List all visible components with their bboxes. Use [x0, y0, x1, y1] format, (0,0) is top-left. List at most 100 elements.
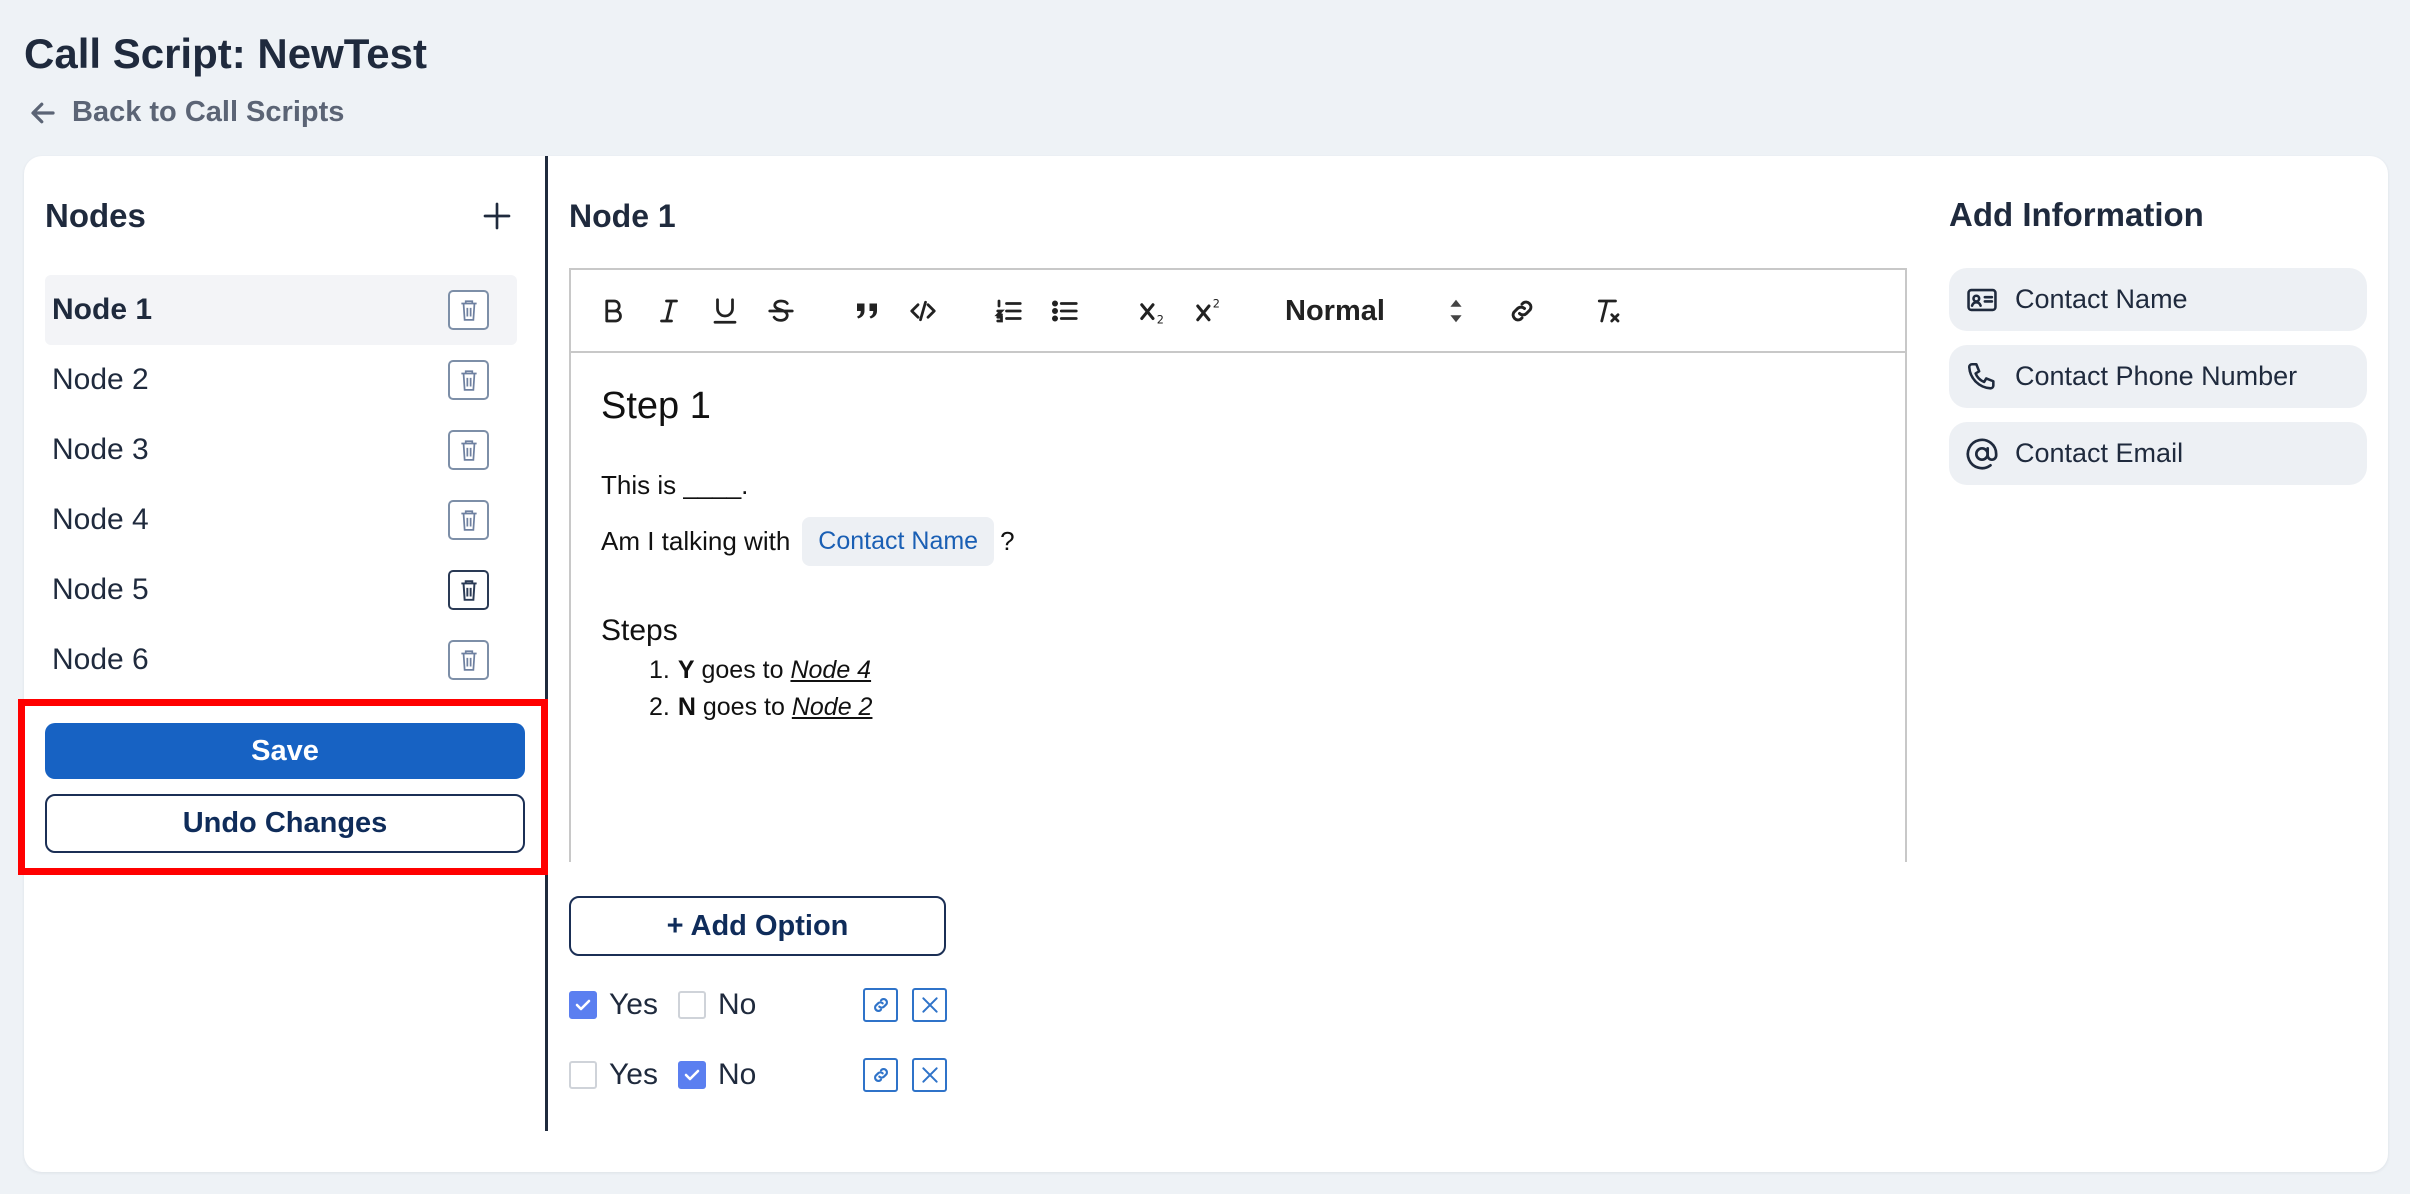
no-label: No	[717, 988, 757, 1021]
link-icon	[873, 1068, 888, 1082]
bullet-list-icon	[1052, 300, 1078, 322]
plus-icon	[483, 202, 511, 230]
updown-arrows-icon	[1450, 299, 1462, 323]
add-contact-name-item[interactable]: Contact Name	[1949, 268, 2367, 331]
underline-icon	[713, 298, 737, 324]
underline-button[interactable]	[709, 292, 741, 330]
clear-format-icon	[1597, 299, 1620, 323]
at-sign-icon	[1966, 438, 1998, 470]
rich-text-editor: 2 2 Normal Step 1 This is ____. Am I tal…	[569, 268, 1907, 862]
delete-node-button[interactable]	[448, 640, 489, 680]
content-text: Am I talking with	[601, 526, 791, 556]
info-item-label: Contact Email	[2015, 438, 2184, 468]
quote-icon	[857, 303, 877, 319]
ordered-list-icon	[994, 299, 1022, 323]
arrow-left-icon	[31, 102, 55, 123]
save-button[interactable]: Save	[45, 723, 525, 779]
add-information-title: Add Information	[1949, 196, 2204, 233]
delete-node-button[interactable]	[448, 500, 489, 540]
delete-node-button[interactable]	[448, 570, 489, 610]
trash-icon	[460, 370, 477, 391]
editor-title: Node 1	[569, 198, 676, 234]
node-label: Node 5	[52, 573, 149, 606]
info-item-label: Contact Phone Number	[2015, 361, 2298, 391]
check-icon	[684, 1069, 700, 1081]
delete-node-button[interactable]	[448, 290, 489, 330]
step-text: goes to	[695, 693, 792, 721]
superscript-icon: 2	[1196, 297, 1220, 322]
list-item: 1. Y goes to Node 4	[649, 656, 1875, 685]
delete-node-button[interactable]	[448, 430, 489, 470]
close-icon	[921, 997, 938, 1013]
bold-icon	[605, 299, 622, 323]
step-key: Y	[677, 656, 695, 684]
step-node-link[interactable]: Node 4	[790, 656, 871, 684]
add-node-button[interactable]	[477, 196, 517, 236]
add-option-button[interactable]: + Add Option	[569, 896, 946, 956]
remove-option-button[interactable]	[912, 988, 947, 1022]
trash-icon	[460, 300, 477, 321]
no-label: No	[717, 1058, 757, 1091]
code-icon	[910, 300, 936, 322]
content-line: Am I talking with Contact Name ?	[601, 517, 1875, 566]
node-item[interactable]: Node 2	[45, 345, 517, 415]
back-link[interactable]: Back to Call Scripts	[28, 96, 344, 129]
format-select-value: Normal	[1285, 294, 1385, 327]
trash-icon	[460, 440, 477, 461]
link-button[interactable]	[1505, 292, 1539, 330]
add-contact-phone-item[interactable]: Contact Phone Number	[1949, 345, 2367, 408]
editor-content[interactable]: Step 1 This is ____. Am I talking with C…	[571, 353, 1905, 758]
step-number: 2.	[649, 693, 670, 721]
code-block-button[interactable]	[907, 292, 939, 330]
phone-icon	[1967, 362, 1995, 390]
bold-button[interactable]	[597, 292, 629, 330]
yes-label: Yes	[609, 988, 658, 1021]
close-icon	[921, 1067, 938, 1083]
svg-text:2: 2	[1213, 297, 1220, 310]
node-label: Node 6	[52, 643, 149, 676]
remove-option-button[interactable]	[912, 1058, 947, 1092]
option-row: Yes No	[569, 1055, 756, 1095]
yes-checkbox[interactable]	[569, 1061, 597, 1089]
trash-icon	[460, 510, 477, 531]
superscript-button[interactable]: 2	[1191, 292, 1227, 330]
contact-name-token[interactable]: Contact Name	[802, 517, 995, 566]
bullet-list-button[interactable]	[1049, 292, 1081, 330]
delete-node-button[interactable]	[448, 360, 489, 400]
check-icon	[575, 999, 591, 1011]
page-title: Call Script: NewTest	[24, 30, 427, 77]
link-option-button[interactable]	[863, 988, 898, 1022]
yes-checkbox[interactable]	[569, 991, 597, 1019]
node-item[interactable]: Node 4	[45, 485, 517, 555]
node-item[interactable]: Node 3	[45, 415, 517, 485]
content-text: ?	[1000, 526, 1015, 556]
node-label: Node 1	[52, 293, 153, 326]
node-label: Node 4	[52, 503, 149, 536]
no-checkbox[interactable]	[677, 991, 706, 1019]
strikethrough-button[interactable]	[765, 292, 797, 330]
content-line: This is ____.	[601, 470, 749, 500]
no-checkbox[interactable]	[677, 1061, 706, 1089]
blockquote-button[interactable]	[851, 292, 883, 330]
ordered-list-button[interactable]	[993, 292, 1025, 330]
subscript-button[interactable]: 2	[1135, 292, 1171, 330]
text-format-select[interactable]: Normal	[1285, 286, 1465, 336]
undo-changes-button[interactable]: Undo Changes	[45, 794, 525, 853]
node-item[interactable]: Node 1	[45, 275, 517, 345]
editor-toolbar: 2 2 Normal	[571, 270, 1905, 353]
step-node-link[interactable]: Node 2	[792, 693, 873, 721]
node-item[interactable]: Node 6	[45, 625, 517, 695]
step-text: goes to	[694, 656, 791, 684]
clear-format-button[interactable]	[1591, 292, 1625, 330]
italic-button[interactable]	[653, 292, 685, 330]
content-heading: Step 1	[601, 385, 711, 427]
list-item: 2. N goes to Node 2	[649, 693, 1875, 722]
add-contact-email-item[interactable]: Contact Email	[1949, 422, 2367, 485]
yes-label: Yes	[609, 1058, 658, 1091]
node-label: Node 3	[52, 433, 149, 466]
link-option-button[interactable]	[863, 1058, 898, 1092]
trash-icon	[460, 580, 477, 601]
panel-divider	[545, 156, 548, 1131]
node-item[interactable]: Node 5	[45, 555, 517, 625]
steps-list: 1. Y goes to Node 4 2. N goes to Node 2	[649, 656, 1875, 722]
